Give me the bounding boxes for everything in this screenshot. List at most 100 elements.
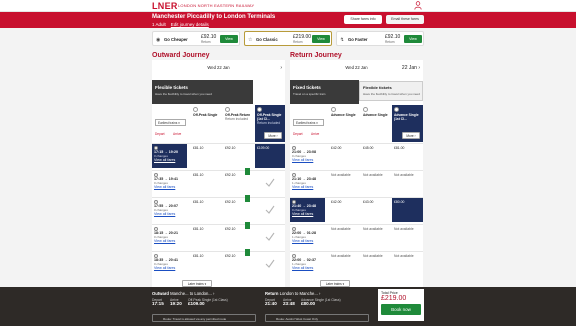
card-sub: Return (293, 40, 303, 44)
top-bar: LNER LONDON NORTH EASTERN RAILWAY (0, 0, 576, 12)
lner-logo[interactable]: LNER (152, 1, 178, 11)
return-train-row[interactable]: 21:10 → 23:48 1 changes View all fares Not … (290, 170, 423, 194)
outward-later-trains-button[interactable]: Later trains ▾ (182, 280, 212, 287)
view-all-fares-link[interactable]: View all fares (292, 158, 323, 162)
view-all-fares-link[interactable]: View all fares (154, 158, 185, 162)
fare-price: Not available (331, 227, 351, 231)
outward-sort-arrive[interactable]: Arrive (173, 132, 181, 136)
return-more-button[interactable]: More › (402, 132, 420, 139)
fare-cell[interactable]: £92.10 (223, 144, 254, 168)
go-cheaper-card[interactable]: ◉ Go Cheaper £92.10 Return View (152, 31, 240, 46)
outward-train-row[interactable]: 17:55 → 20:07 0 changes View all fares £81.… (152, 195, 285, 222)
view-all-fares-link[interactable]: View all fares (292, 185, 323, 189)
return-later-trains-button[interactable]: Later trains ▾ (320, 280, 350, 287)
view-all-fares-link[interactable]: View all fares (292, 239, 323, 243)
train-times[interactable]: 21:10 → 23:48 1 changes View all fares (290, 171, 325, 195)
fare-cell[interactable]: £81.10 (191, 198, 222, 222)
outward-sort-select[interactable]: Earliest trains ▾ (155, 119, 186, 126)
fare-price: Not available (363, 254, 383, 258)
fare-cell[interactable]: Not available (329, 252, 360, 276)
book-now-button[interactable]: Book now (381, 304, 421, 315)
return-sort-depart[interactable]: Depart (293, 132, 303, 136)
return-train-row[interactable]: 22:00 → 02:37 1 changes View all fares Not … (290, 251, 423, 275)
train-times[interactable]: 18:35 → 20:41 0 changes View all fares (152, 252, 187, 276)
outward-more-button[interactable]: More › (264, 132, 282, 139)
return-ticket-type[interactable]: Fixed tickets Travel on a specific train (290, 80, 359, 104)
footer-ret-depart: Depart 21:40 (265, 298, 277, 306)
fare-cell[interactable]: Not available (392, 171, 423, 195)
footer-ret-label: Return (265, 291, 279, 296)
return-train-row[interactable]: 22:00 → 01:28 1 changes View all fares Not … (290, 224, 423, 248)
fare-cell[interactable]: Not available (329, 171, 360, 195)
return-sort-select[interactable]: Earliest trains ▾ (293, 119, 324, 126)
fare-cell[interactable]: £42.00 (329, 198, 360, 222)
fare-cell[interactable]: £43.00 (361, 198, 392, 222)
view-all-fares-link[interactable]: View all fares (292, 212, 323, 216)
fare-cell[interactable]: £42.00 (329, 144, 360, 168)
train-times[interactable]: 17:55 → 20:07 0 changes View all fares (152, 198, 187, 222)
outward-col-1[interactable]: Off-Peak Single (191, 105, 222, 142)
view-all-fares-link[interactable]: View all fares (292, 266, 323, 270)
outward-train-row[interactable]: 18:15 → 20:21 0 changes View all fares £81.… (152, 222, 285, 249)
fare-cell[interactable]: £80.00 (392, 198, 423, 222)
ticket-price: £109.00 (188, 301, 205, 306)
return-sort-arrive[interactable]: Arrive (311, 132, 319, 136)
depart-time: 21:10 (292, 176, 302, 181)
fare-price: Not available (394, 254, 414, 258)
view-button[interactable]: View (220, 35, 238, 43)
outward-sort-depart[interactable]: Depart (155, 132, 165, 136)
footer-out-label: Outward (152, 291, 169, 296)
fare-cell[interactable]: Not available (329, 225, 360, 249)
fare-cell[interactable]: £81.10 (191, 225, 222, 249)
return-next-date[interactable]: 22 Jan › (402, 63, 420, 73)
view-all-fares-link[interactable]: View all fares (154, 185, 185, 189)
fare-cell[interactable]: Not available (361, 225, 392, 249)
outward-train-row[interactable]: 18:35 → 20:41 0 changes View all fares £81.… (152, 249, 285, 276)
outward-journey-title: Outward Journey (152, 52, 210, 59)
fare-cell[interactable]: £81.00 (392, 144, 423, 168)
return-train-row[interactable]: 21:00 → 23:08 0 changes View all fares £42.… (290, 143, 423, 167)
view-all-fares-link[interactable]: View all fares (154, 266, 185, 270)
route-title: Manchester Piccadilly to London Terminal… (152, 14, 276, 20)
fare-cell[interactable]: £109.00 (255, 144, 285, 168)
share-fares-button[interactable]: Share fares info (344, 15, 382, 24)
outward-train-row[interactable]: 17:15 → 19:20 0 changes View all fares £81.… (152, 143, 285, 168)
train-times[interactable]: 21:00 → 23:08 0 changes View all fares (290, 144, 325, 168)
footer-outward-title: Outward Manche... to London... › (152, 291, 215, 296)
fare-cell[interactable]: Not available (361, 171, 392, 195)
return-train-row[interactable]: 21:40 → 23:48 0 changes View all fares £42.… (290, 197, 423, 222)
fare-cell[interactable]: Not available (361, 252, 392, 276)
view-button[interactable]: View (404, 35, 422, 43)
outward-train-row[interactable]: 17:35 → 19:41 0 changes View all fares £81.… (152, 168, 285, 195)
fare-cell[interactable]: £81.10 (191, 252, 222, 276)
train-times[interactable]: 22:00 → 02:37 1 changes View all fares (290, 252, 325, 276)
fare-price: Not available (363, 227, 383, 231)
depart-time: 18:35 (154, 257, 164, 262)
view-all-fares-link[interactable]: View all fares (154, 212, 185, 216)
train-times[interactable]: 18:15 → 20:21 0 changes View all fares (152, 225, 187, 249)
outward-ticket-type[interactable]: Flexible tickets Have the flexibility to… (152, 80, 253, 104)
train-times[interactable]: 22:00 → 01:28 1 changes View all fares (290, 225, 325, 249)
view-all-fares-link[interactable]: View all fares (154, 239, 185, 243)
view-button[interactable]: View (312, 35, 330, 43)
go-faster-card[interactable]: ↯ Go Faster £92.10 Return View (336, 31, 424, 46)
train-times[interactable]: 21:40 → 23:48 0 changes View all fares (290, 198, 325, 222)
fare-cell[interactable]: £81.10 (191, 171, 222, 195)
return-col-2[interactable]: Advance Single (361, 105, 392, 142)
train-times[interactable]: 17:15 → 19:20 0 changes View all fares (152, 144, 187, 168)
go-classic-card[interactable]: ☆ Go Classic £219.00 Return View (244, 31, 332, 46)
fare-price: £109.00 (257, 146, 270, 150)
train-times[interactable]: 17:35 → 19:41 0 changes View all fares (152, 171, 187, 195)
next-day-chevron-icon[interactable]: › (280, 63, 282, 73)
fare-price: Not available (331, 254, 351, 258)
fare-cell[interactable]: £45.00 (361, 144, 392, 168)
fare-cell[interactable]: Not available (392, 225, 423, 249)
outward-col-2[interactable]: Off-Peak Return Return included (223, 105, 254, 142)
edit-journey-link[interactable]: Edit journey details (171, 22, 209, 27)
return-col-1[interactable]: Advance Single (329, 105, 360, 142)
user-account-icon[interactable] (414, 1, 422, 10)
fare-cell[interactable]: Not available (392, 252, 423, 276)
email-fares-button[interactable]: Email these fares (386, 15, 424, 24)
flexible-tickets-option[interactable]: Flexible tickets Have the flexibility to… (359, 81, 423, 101)
fare-cell[interactable]: £81.10 (191, 144, 222, 168)
